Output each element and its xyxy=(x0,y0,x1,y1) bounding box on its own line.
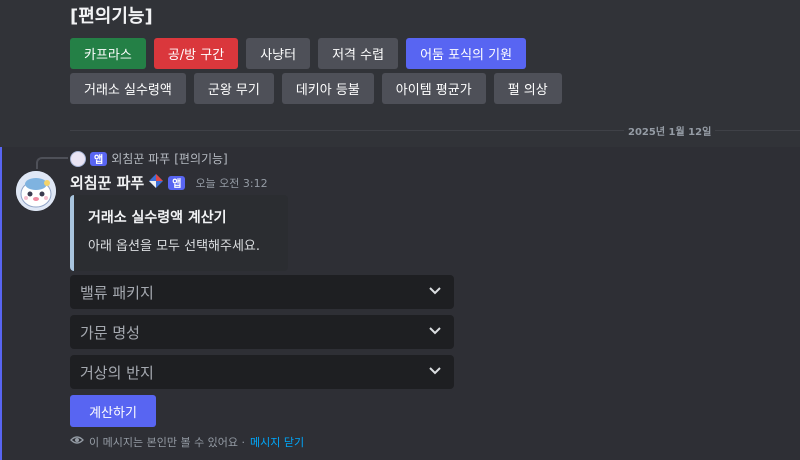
chevron-down-icon xyxy=(428,363,442,381)
ephemeral-text: 이 메시지는 본인만 볼 수 있어요 · xyxy=(89,435,246,449)
family-fame-select[interactable]: 가문 명성 xyxy=(70,315,454,349)
section-title: [편의기능] xyxy=(70,6,153,27)
pearl-outfit-button[interactable]: 펄 의상 xyxy=(493,73,562,104)
embed-card: 거래소 실수령액 계산기 아래 옵션을 모두 선택해주세요. xyxy=(70,195,288,271)
button-row-1: 카프라스 공/방 구간 사냥터 저격 수렵 어둠 포식의 기원 xyxy=(70,38,527,69)
embed-description: 아래 옵션을 모두 선택해주세요. xyxy=(88,239,261,254)
chevron-down-icon xyxy=(428,283,442,301)
diamond-icon xyxy=(148,173,164,193)
reply-author: 외침꾼 파푸 xyxy=(111,152,171,166)
date-divider-label: 2025년 1월 12일 xyxy=(624,123,716,138)
app-badge: 앱 xyxy=(168,175,186,190)
attack-defense-range-button[interactable]: 공/방 구간 xyxy=(153,38,239,69)
reply-avatar xyxy=(70,150,86,167)
hunting-ground-button[interactable]: 사냥터 xyxy=(246,38,311,69)
value-package-select[interactable]: 밸류 패키지 xyxy=(70,275,454,309)
market-net-proceeds-button[interactable]: 거래소 실수령액 xyxy=(70,73,186,104)
sniper-hunting-button[interactable]: 저격 수렵 xyxy=(318,38,399,69)
embed-title: 거래소 실수령액 계산기 xyxy=(88,210,227,226)
message-highlight-bar xyxy=(0,147,2,460)
origin-of-dark-hunger-button[interactable]: 어둠 포식의 기원 xyxy=(406,38,527,69)
reply-connector xyxy=(36,157,68,169)
kafras-button[interactable]: 카프라스 xyxy=(70,38,146,69)
item-average-price-button[interactable]: 아이템 평균가 xyxy=(381,73,486,104)
papu-avatar-icon[interactable] xyxy=(16,171,56,211)
message-author[interactable]: 외침꾼 파푸 xyxy=(70,172,144,193)
dekia-lantern-button[interactable]: 데키아 등불 xyxy=(281,73,374,104)
merchant-ring-select[interactable]: 거상의 반지 xyxy=(70,355,454,389)
reply-reference[interactable]: 앱 외침꾼 파푸 [편의기능] xyxy=(70,150,228,167)
ephemeral-notice: 이 메시지는 본인만 볼 수 있어요 · 메시지 닫기 xyxy=(70,433,304,450)
dismiss-message-link[interactable]: 메시지 닫기 xyxy=(250,434,304,450)
select-placeholder: 가문 명성 xyxy=(80,323,140,342)
message-header: 외침꾼 파푸 앱 오늘 오전 3:12 xyxy=(70,172,268,193)
button-row-2: 거래소 실수령액 군왕 무기 데키아 등불 아이템 평균가 펄 의상 xyxy=(70,73,562,104)
calculate-button[interactable]: 계산하기 xyxy=(70,395,156,427)
message-timestamp: 오늘 오전 3:12 xyxy=(195,176,268,190)
sovereign-weapon-button[interactable]: 군왕 무기 xyxy=(193,73,274,104)
eye-icon xyxy=(70,433,84,450)
select-placeholder: 거상의 반지 xyxy=(80,363,154,382)
reply-text: [편의기능] xyxy=(174,152,228,166)
chevron-down-icon xyxy=(428,323,442,341)
reply-app-badge: 앱 xyxy=(90,151,108,166)
select-placeholder: 밸류 패키지 xyxy=(80,283,154,302)
